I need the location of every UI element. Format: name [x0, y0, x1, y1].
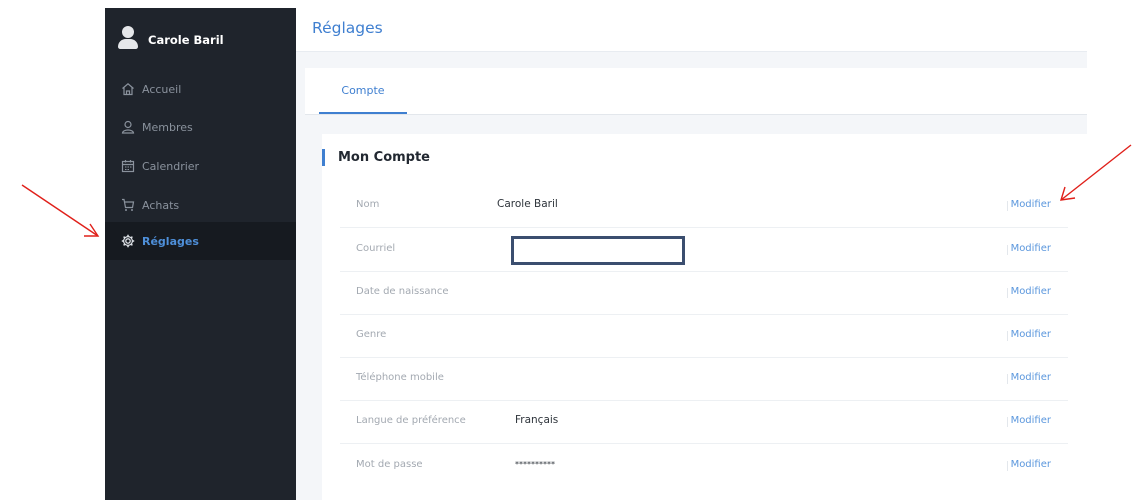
field-label: Téléphone mobile	[356, 372, 444, 383]
sidebar: Carole Baril Accueil Membres Calendrier …	[105, 8, 296, 500]
user-profile[interactable]: Carole Baril	[105, 8, 296, 64]
calendar-icon	[120, 158, 136, 174]
sidebar-item-label: Calendrier	[142, 159, 200, 173]
modify-link[interactable]: Modifier	[1006, 286, 1051, 298]
section-title: Mon Compte	[338, 150, 431, 165]
field-value: **********	[515, 460, 555, 469]
arrow-to-reglages-icon	[21, 184, 100, 237]
modify-link[interactable]: Modifier	[1006, 243, 1051, 255]
field-label: Courriel	[356, 243, 396, 254]
sidebar-item-label: Membres	[142, 120, 193, 134]
modify-link[interactable]: Modifier	[1006, 372, 1051, 384]
tab-bar: Compte	[305, 68, 1087, 115]
gear-icon	[120, 233, 136, 249]
field-label: Date de naissance	[356, 286, 449, 297]
sidebar-item-label: Accueil	[142, 82, 182, 96]
home-icon	[120, 81, 136, 97]
sidebar-item-reglages[interactable]: Réglages	[105, 222, 296, 260]
field-label: Nom	[356, 199, 380, 210]
modify-link[interactable]: Modifier	[1006, 329, 1051, 341]
field-label: Mot de passe	[356, 459, 423, 470]
modify-link[interactable]: Modifier	[1006, 415, 1051, 427]
account-row-mot-de-passe: Mot de passe ********** Modifier	[340, 445, 1068, 488]
tab-compte[interactable]: Compte	[319, 68, 407, 114]
field-value: Français	[515, 414, 559, 426]
account-row-nom: Nom Carole Baril Modifier	[340, 185, 1068, 228]
field-label: Genre	[356, 329, 387, 340]
account-row-langue: Langue de préférence Français Modifier	[340, 401, 1068, 444]
field-label: Langue de préférence	[356, 415, 466, 426]
cart-icon	[120, 197, 136, 213]
redacted-email-box	[511, 236, 685, 265]
avatar-icon	[117, 26, 139, 52]
account-row-date-naissance: Date de naissance Modifier	[340, 272, 1068, 315]
sidebar-item-accueil[interactable]: Accueil	[105, 70, 296, 108]
sidebar-item-calendrier[interactable]: Calendrier	[105, 147, 296, 185]
modify-link[interactable]: Modifier	[1006, 459, 1051, 471]
section-accent-bar	[322, 149, 325, 166]
sidebar-item-label: Achats	[142, 198, 180, 212]
account-row-courriel: Courriel Modifier	[340, 229, 1068, 272]
sidebar-item-label: Réglages	[142, 234, 199, 248]
account-row-genre: Genre Modifier	[340, 315, 1068, 358]
field-value: Carole Baril	[497, 198, 558, 210]
user-name: Carole Baril	[148, 33, 224, 47]
page-title: Réglages	[312, 19, 383, 37]
user-icon	[120, 119, 136, 135]
account-row-telephone: Téléphone mobile Modifier	[340, 358, 1068, 401]
sidebar-item-membres[interactable]: Membres	[105, 108, 296, 146]
sidebar-item-achats[interactable]: Achats	[105, 186, 296, 224]
account-card: Mon Compte Nom Carole Baril Modifier Cou…	[322, 134, 1087, 500]
modify-link[interactable]: Modifier	[1006, 199, 1051, 211]
